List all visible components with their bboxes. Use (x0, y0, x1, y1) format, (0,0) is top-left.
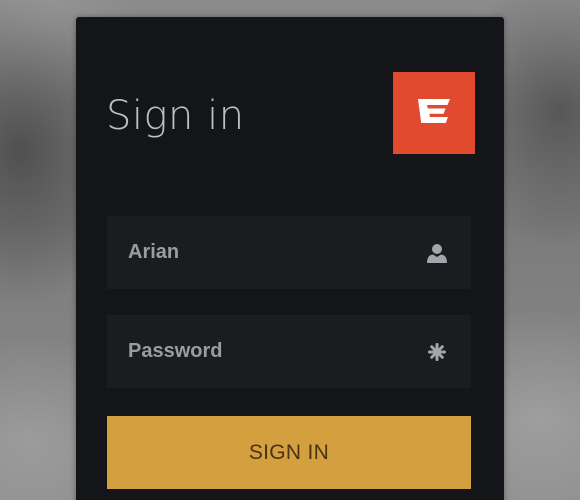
sign-in-card: Sign in Arian Password SIGN IN (76, 17, 504, 500)
sign-in-button[interactable]: SIGN IN (107, 416, 471, 489)
password-input-placeholder[interactable]: Password (128, 340, 222, 363)
html5-shield-logo-icon (417, 98, 451, 128)
page-title: Sign in (106, 93, 245, 139)
username-field[interactable]: Arian (107, 216, 471, 289)
user-icon (425, 241, 449, 265)
username-input-value[interactable]: Arian (128, 241, 179, 264)
asterisk-icon (425, 340, 449, 364)
logo (393, 72, 475, 154)
password-field[interactable]: Password (107, 315, 471, 388)
